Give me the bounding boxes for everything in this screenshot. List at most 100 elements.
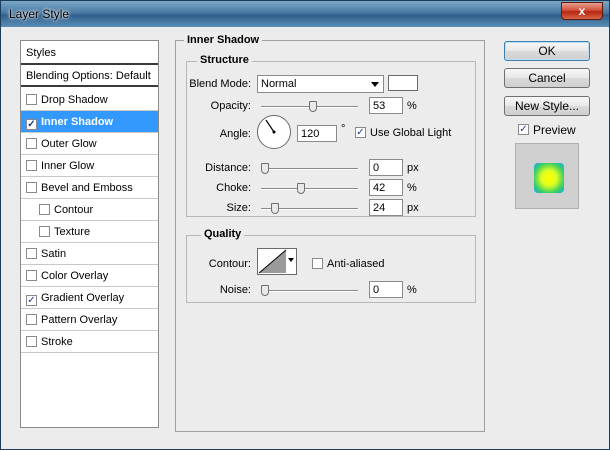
use-global-light-checkbox[interactable]: ✓ <box>355 127 366 138</box>
size-unit: px <box>407 202 419 214</box>
choke-slider[interactable] <box>261 183 358 194</box>
inner-glow-checkbox[interactable] <box>26 160 37 171</box>
sidebar-item-bevel-emboss[interactable]: Bevel and Emboss <box>21 177 158 199</box>
blend-mode-label: Blend Mode: <box>189 78 251 90</box>
angle-unit: ° <box>341 123 346 135</box>
quality-title: Quality <box>201 228 245 240</box>
sidebar-item-outer-glow[interactable]: Outer Glow <box>21 133 158 155</box>
quality-group: Quality Contour: Anti-aliased Noise: 0 % <box>186 228 476 303</box>
choke-input[interactable]: 42 <box>369 179 403 196</box>
shadow-color-swatch[interactable] <box>388 75 418 91</box>
structure-title: Structure <box>197 54 252 66</box>
contour-curve-icon <box>258 249 287 274</box>
angle-label: Angle: <box>219 128 251 140</box>
sidebar-item-label: Stroke <box>41 336 73 348</box>
choke-label: Choke: <box>216 182 251 194</box>
sidebar-item-contour[interactable]: Contour <box>21 199 158 221</box>
chevron-down-icon[interactable] <box>288 258 294 262</box>
sidebar-item-label: Inner Glow <box>41 160 95 172</box>
opacity-slider[interactable] <box>261 101 358 112</box>
distance-label: Distance: <box>205 162 251 174</box>
panel-title: Inner Shadow <box>184 34 263 46</box>
distance-unit: px <box>407 162 419 174</box>
angle-input[interactable]: 120 <box>297 125 337 142</box>
sidebar-item-label: Drop Shadow <box>41 94 108 106</box>
styles-list: Styles Blending Options: Default Drop Sh… <box>20 40 159 428</box>
distance-slider-thumb[interactable] <box>261 163 269 174</box>
sidebar-item-styles[interactable]: Styles <box>21 41 158 65</box>
cancel-button[interactable]: Cancel <box>504 68 590 88</box>
sidebar-item-label: Blending Options: Default <box>26 70 151 82</box>
contour-checkbox[interactable] <box>39 204 50 215</box>
size-input[interactable]: 24 <box>369 199 403 216</box>
opacity-label: Opacity: <box>210 100 251 112</box>
sidebar-item-inner-glow[interactable]: Inner Glow <box>21 155 158 177</box>
sidebar-item-blending-options[interactable]: Blending Options: Default <box>21 65 158 87</box>
anti-aliased-checkbox[interactable] <box>312 258 323 269</box>
inner-shadow-panel: Inner Shadow Structure Blend Mode: Norma… <box>175 34 485 432</box>
distance-slider[interactable] <box>261 163 358 174</box>
sidebar-item-label: Color Overlay <box>41 270 109 282</box>
sidebar-item-label: Bevel and Emboss <box>41 182 133 194</box>
noise-input[interactable]: 0 <box>369 281 403 298</box>
size-slider-thumb[interactable] <box>271 203 279 214</box>
chevron-down-icon <box>371 82 379 87</box>
sidebar-item-stroke[interactable]: Stroke <box>21 331 158 353</box>
choke-unit: % <box>407 182 417 194</box>
drop-shadow-checkbox[interactable] <box>26 94 37 105</box>
satin-checkbox[interactable] <box>26 248 37 259</box>
preview-swatch <box>534 163 564 193</box>
blend-mode-value: Normal <box>261 78 297 90</box>
ok-button[interactable]: OK <box>504 41 590 61</box>
use-global-light-label: Use Global Light <box>370 127 452 139</box>
sidebar-item-label: Satin <box>41 248 67 260</box>
new-style-button[interactable]: New Style... <box>504 96 590 116</box>
title-bar[interactable]: Layer Style x <box>1 1 609 27</box>
sidebar-item-inner-shadow[interactable]: ✓ Inner Shadow <box>21 111 158 133</box>
inner-shadow-checkbox[interactable]: ✓ <box>26 119 37 130</box>
structure-group: Structure Blend Mode: Normal Opacity: 53… <box>186 54 476 217</box>
outer-glow-checkbox[interactable] <box>26 138 37 149</box>
sidebar-item-label: Contour <box>54 204 94 216</box>
sidebar-item-label: Texture <box>54 226 91 238</box>
window-title: Layer Style <box>9 7 70 21</box>
sidebar-item-texture[interactable]: Texture <box>21 221 158 243</box>
sidebar-item-label: Inner Shadow <box>41 116 114 128</box>
color-overlay-checkbox[interactable] <box>26 270 37 281</box>
noise-slider[interactable] <box>261 285 358 296</box>
sidebar-item-gradient-overlay[interactable]: ✓ Gradient Overlay <box>21 287 158 309</box>
sidebar-item-label: Styles <box>26 47 56 59</box>
layer-style-dialog: Layer Style x Styles Blending Options: D… <box>0 0 610 450</box>
sidebar-item-label: Gradient Overlay <box>41 292 125 304</box>
preview-checkbox[interactable]: ✓ <box>518 124 529 135</box>
dialog-body: Styles Blending Options: Default Drop Sh… <box>7 31 603 445</box>
anti-aliased-label: Anti-aliased <box>327 258 385 270</box>
texture-checkbox[interactable] <box>39 226 50 237</box>
choke-slider-thumb[interactable] <box>297 183 305 194</box>
noise-unit: % <box>407 284 417 296</box>
pattern-overlay-checkbox[interactable] <box>26 314 37 325</box>
opacity-unit: % <box>407 100 417 112</box>
size-label: Size: <box>226 202 251 214</box>
close-button[interactable]: x <box>561 2 603 20</box>
bevel-emboss-checkbox[interactable] <box>26 182 37 193</box>
style-preview <box>515 143 579 209</box>
distance-input[interactable]: 0 <box>369 159 403 176</box>
sidebar-item-label: Pattern Overlay <box>41 314 118 326</box>
opacity-slider-thumb[interactable] <box>309 101 317 112</box>
angle-dial-needle <box>265 119 276 134</box>
blend-mode-select[interactable]: Normal <box>257 75 384 93</box>
sidebar-item-drop-shadow[interactable]: Drop Shadow <box>21 89 158 111</box>
sidebar-item-pattern-overlay[interactable]: Pattern Overlay <box>21 309 158 331</box>
gradient-overlay-checkbox[interactable]: ✓ <box>26 295 37 306</box>
stroke-checkbox[interactable] <box>26 336 37 347</box>
contour-picker[interactable] <box>257 248 297 275</box>
angle-dial[interactable] <box>257 115 291 149</box>
sidebar-item-label: Outer Glow <box>41 138 97 150</box>
contour-label: Contour: <box>208 258 251 270</box>
sidebar-item-color-overlay[interactable]: Color Overlay <box>21 265 158 287</box>
size-slider[interactable] <box>261 203 358 214</box>
noise-slider-thumb[interactable] <box>261 285 269 296</box>
opacity-input[interactable]: 53 <box>369 97 403 114</box>
sidebar-item-satin[interactable]: Satin <box>21 243 158 265</box>
